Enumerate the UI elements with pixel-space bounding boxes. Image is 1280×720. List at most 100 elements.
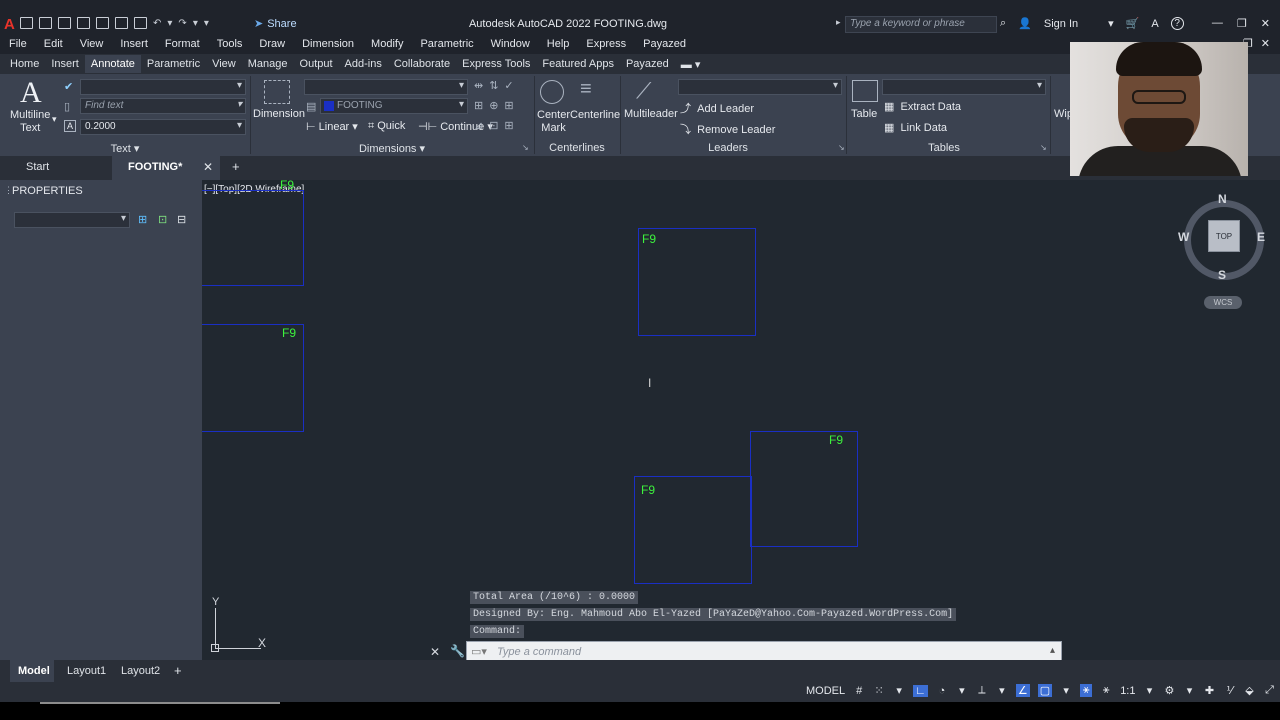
video-progress-bar[interactable] (40, 702, 280, 704)
footing-rect-4[interactable] (750, 431, 858, 547)
polar-dropdown-icon[interactable]: ▾ (956, 684, 968, 697)
text-height-input[interactable]: 0.2000 (80, 119, 246, 135)
tab-payazed[interactable]: Payazed (620, 55, 675, 73)
dim-layer-dropdown[interactable] (304, 79, 468, 95)
tab-parametric[interactable]: Parametric (141, 55, 206, 73)
dimension-icon[interactable] (264, 80, 290, 104)
tab-start[interactable]: Start (26, 161, 49, 173)
chevron-down-icon[interactable]: ▾ (1108, 17, 1114, 30)
toggle-pickadd-icon[interactable]: ⊞ (138, 213, 151, 226)
polar-icon[interactable]: ◔ (936, 685, 948, 697)
workspace-gear-icon[interactable]: ⚙ (1163, 684, 1175, 697)
viewcube-west[interactable]: W (1178, 230, 1189, 244)
search-icon[interactable]: ⌕ (1000, 17, 1006, 30)
multileader-style-dropdown[interactable] (678, 79, 842, 95)
dimensions-launcher-icon[interactable]: ↘ (522, 143, 529, 152)
viewcube-south[interactable]: S (1218, 268, 1226, 282)
linear-dimension-button[interactable]: ⊢ Linear ▾ (306, 120, 358, 133)
isolate-objects-icon[interactable]: ⬙ (1243, 684, 1255, 697)
add-layout-icon[interactable]: + (174, 663, 182, 678)
multiline-text-icon[interactable]: A (20, 76, 42, 110)
text-panel-title[interactable]: Text ▾ (0, 142, 250, 156)
menu-item-payazed[interactable]: Payazed (643, 38, 686, 50)
menu-item-tools[interactable]: Tools (217, 38, 243, 50)
leaders-launcher-icon[interactable]: ↘ (838, 143, 845, 152)
multileader-button[interactable]: Multileader (624, 108, 678, 120)
text-style-dropdown[interactable] (80, 79, 246, 95)
table-button[interactable]: Table (851, 108, 877, 120)
menu-item-help[interactable]: Help (547, 38, 570, 50)
object-snap-icon[interactable]: ▢ (1037, 684, 1053, 697)
menu-item-insert[interactable]: Insert (120, 38, 148, 50)
dimension-button[interactable]: Dimension (253, 108, 305, 120)
user-icon[interactable]: 👤 (1018, 17, 1032, 30)
isodraft-icon[interactable]: ⟂ (976, 684, 988, 697)
isodraft-dropdown-icon[interactable]: ▾ (996, 684, 1008, 697)
annotation-scale-button[interactable]: 1:1 (1120, 685, 1135, 697)
annotation-visibility-icon[interactable]: ⚹ (1080, 684, 1093, 697)
snap-dropdown-icon[interactable]: ▾ (893, 684, 905, 697)
extract-data-button[interactable]: ▦ Extract Data (884, 100, 961, 113)
tab-insert[interactable]: Insert (45, 55, 85, 73)
ortho-icon[interactable]: ∟ (913, 684, 928, 697)
annotation-monitor-icon[interactable]: ✚ (1203, 684, 1215, 697)
tab-featured-apps[interactable]: Featured Apps (536, 55, 620, 73)
auto-scale-icon[interactable]: ⚹ (1100, 684, 1112, 697)
menu-item-modify[interactable]: Modify (371, 38, 403, 50)
drawing-canvas[interactable]: [−][Top][2D Wireframe] F9 F9 F9 F9 F9 I … (202, 180, 1280, 660)
new-tab-icon[interactable]: + (232, 159, 240, 174)
menu-item-window[interactable]: Window (491, 38, 530, 50)
quick-select-icon[interactable]: ⊟ (177, 213, 190, 226)
quick-dimension-button[interactable]: ⌗ Quick (368, 120, 405, 133)
table-icon[interactable] (852, 80, 878, 102)
tab-model[interactable]: Model (18, 665, 50, 677)
tab-collaborate[interactable]: Collaborate (388, 55, 456, 73)
multiline-text-dropdown-icon[interactable]: ▾ (52, 114, 57, 125)
tab-express-tools[interactable]: Express Tools (456, 55, 536, 73)
restore-icon[interactable]: ❐ (1237, 17, 1247, 30)
workspace-dropdown-icon[interactable]: ▾ (1183, 684, 1195, 697)
grid-icon[interactable]: # (853, 685, 865, 697)
tab-home[interactable]: Home (4, 55, 45, 73)
object-snap-tracking-icon[interactable]: ∠ (1015, 684, 1030, 697)
multiline-text-button[interactable]: Multiline Text (10, 109, 50, 135)
tab-output[interactable]: Output (294, 55, 339, 73)
tab-layout2[interactable]: Layout2 (121, 665, 160, 677)
clean-screen-icon[interactable]: ⤢ (1263, 684, 1275, 697)
center-mark-icon[interactable] (540, 80, 564, 104)
minimize-icon[interactable]: — (1212, 17, 1223, 30)
tab-layout1[interactable]: Layout1 (67, 665, 106, 677)
multileader-icon[interactable]: ⟋ (636, 78, 651, 104)
tab-manage[interactable]: Manage (242, 55, 294, 73)
viewcube-east[interactable]: E (1257, 230, 1265, 244)
menu-item-file[interactable]: File (9, 38, 27, 50)
find-text-input[interactable]: Find text (80, 98, 246, 114)
menu-item-express[interactable]: Express (586, 38, 626, 50)
selection-dropdown[interactable] (14, 212, 130, 228)
units-icon[interactable]: ⅟ (1223, 684, 1235, 697)
chevron-right-icon[interactable]: ▸ (836, 17, 841, 28)
menu-item-view[interactable]: View (80, 38, 104, 50)
cart-icon[interactable]: 🛒 (1126, 17, 1140, 30)
annotation-scale-dropdown-icon[interactable]: ▾ (1143, 684, 1155, 697)
menu-item-edit[interactable]: Edit (44, 38, 63, 50)
tab-annotate[interactable]: Annotate (84, 55, 141, 73)
check-spelling-icon[interactable]: ✔ (64, 80, 73, 93)
sign-in-link[interactable]: Sign In (1044, 18, 1078, 30)
viewcube-north[interactable]: N (1218, 192, 1227, 206)
link-data-button[interactable]: ▦ Link Data (884, 121, 947, 134)
dim-tools-row-1[interactable]: ⇹⇅✓ (474, 79, 520, 92)
snap-icon[interactable]: ⁙ (873, 684, 885, 697)
add-leader-button[interactable]: ⤴ Add Leader (680, 100, 754, 116)
close-icon[interactable]: ✕ (1261, 17, 1270, 30)
menu-item-format[interactable]: Format (165, 38, 200, 50)
viewcube-top-face[interactable]: TOP (1208, 220, 1240, 252)
model-space-button[interactable]: MODEL (806, 685, 845, 697)
menu-item-dimension[interactable]: Dimension (302, 38, 354, 50)
dimensions-panel-title[interactable]: Dimensions ▾ (250, 142, 534, 156)
centerline-button[interactable]: Centerline (570, 109, 620, 121)
command-close-icon[interactable]: ✕ (430, 645, 440, 659)
select-objects-icon[interactable]: ⊡ (158, 213, 171, 226)
dim-style-dropdown[interactable]: FOOTING (320, 98, 468, 114)
ribbon-toggle-icon[interactable]: ▬ ▾ (675, 55, 707, 74)
